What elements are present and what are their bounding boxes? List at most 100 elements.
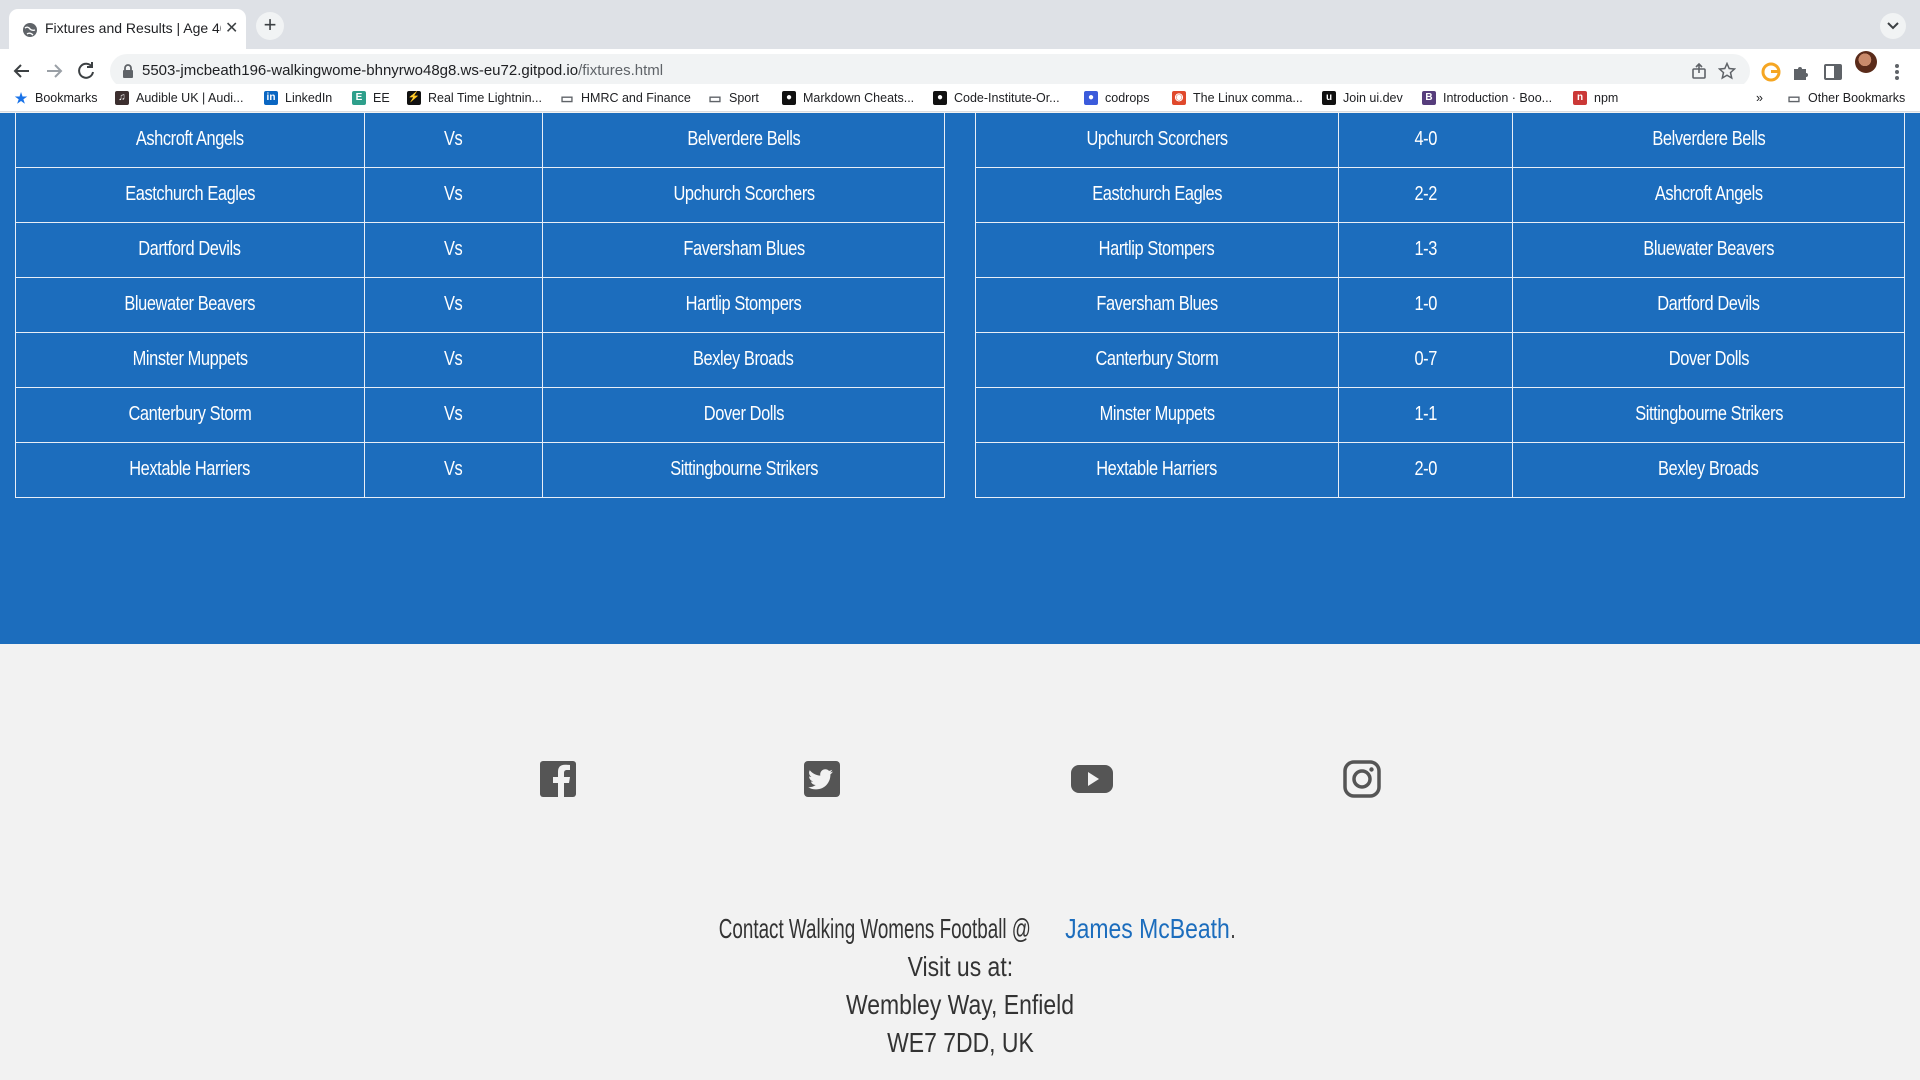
- bookmark-item[interactable]: ★ Bookmarks: [14, 89, 98, 107]
- score-cell: 1-1: [1337, 386, 1514, 443]
- folder-icon: ▭: [1787, 90, 1801, 106]
- audible-icon: ♫: [115, 91, 129, 105]
- contact-block: Contact Walking Womens Football @ James …: [0, 910, 1920, 1062]
- score-cell: 1-3: [1337, 221, 1514, 278]
- bookmark-label: npm: [1594, 91, 1619, 105]
- browser-tab[interactable]: Fixtures and Results | Age 40-49 ✕: [9, 9, 246, 49]
- home-team-cell: Minster Muppets: [15, 331, 365, 388]
- bookmark-label: Sport: [729, 91, 759, 105]
- forward-arrow-icon[interactable]: [42, 59, 66, 83]
- bookmark-item[interactable]: ▭ Sport: [708, 89, 759, 107]
- bookmark-label: Bookmarks: [35, 91, 98, 105]
- result-row: Faversham Blues 1-0 Dartford Devils: [975, 276, 1905, 333]
- away-team-cell: Bexley Broads: [1512, 441, 1905, 498]
- home-team-cell: Canterbury Storm: [975, 331, 1339, 388]
- bookmark-item[interactable]: E EE: [352, 89, 390, 107]
- url-text[interactable]: 5503-jmcbeath196-walkingwome-bhnyrwo48g8…: [142, 62, 663, 79]
- folder-icon: ▭: [708, 90, 722, 106]
- bookmark-item[interactable]: ▭ HMRC and Finance: [560, 89, 691, 107]
- result-row: Upchurch Scorchers 4-0 Belverdere Bells: [975, 113, 1905, 168]
- globe-icon: [23, 23, 37, 37]
- kebab-menu-icon[interactable]: [1886, 61, 1908, 83]
- linux-command-icon: ◉: [1172, 91, 1186, 105]
- versus-cell: Vs: [363, 331, 544, 388]
- contact-email-link[interactable]: James McBeath: [1065, 913, 1230, 944]
- home-team-cell: Ashcroft Angels: [15, 113, 365, 168]
- address-line-2: WE7 7DD, UK: [886, 1027, 1034, 1058]
- home-team-cell: Hextable Harriers: [15, 441, 365, 498]
- bookmark-item[interactable]: ⚡ Real Time Lightnin...: [407, 89, 542, 107]
- bookmark-label: Introduction · Boo...: [1443, 91, 1553, 105]
- bookmark-label: HMRC and Finance: [581, 91, 691, 105]
- away-team-cell: Sittingbourne Strikers: [1512, 386, 1905, 443]
- github-icon: ●: [933, 91, 947, 105]
- instagram-icon[interactable]: [1342, 759, 1382, 799]
- codrops-icon: ●: [1084, 91, 1098, 105]
- other-bookmarks-folder[interactable]: ▭ Other Bookmarks: [1787, 89, 1905, 107]
- away-team-cell: Dover Dolls: [542, 386, 945, 443]
- home-team-cell: Hextable Harriers: [975, 441, 1339, 498]
- address-bar[interactable]: 5503-jmcbeath196-walkingwome-bhnyrwo48g8…: [110, 54, 1750, 88]
- fixture-row: Ashcroft Angels Vs Belverdere Bells: [15, 113, 945, 168]
- result-row: Minster Muppets 1-1 Sittingbourne Strikers: [975, 386, 1905, 443]
- bookmark-item[interactable]: ● Markdown Cheats...: [782, 89, 914, 107]
- bookmark-item[interactable]: ● Code-Institute-Or...: [933, 89, 1060, 107]
- bookmark-label: Real Time Lightnin...: [428, 91, 542, 105]
- results-table: Upchurch Scorchers 4-0 Belverdere Bells Eas…: [975, 113, 1905, 498]
- lock-icon[interactable]: [121, 63, 135, 79]
- versus-cell: Vs: [363, 113, 544, 168]
- footer: Contact Walking Womens Football @ James …: [0, 644, 1920, 1080]
- address-line-1: Wembley Way, Enfield: [846, 989, 1074, 1020]
- score-cell: 0-7: [1337, 331, 1514, 388]
- score-cell: 4-0: [1337, 113, 1514, 168]
- visit-label: Visit us at:: [907, 951, 1013, 982]
- away-team-cell: Bluewater Beavers: [1512, 221, 1905, 278]
- versus-cell: Vs: [363, 386, 544, 443]
- bookmark-item[interactable]: ◉ The Linux comma...: [1172, 89, 1303, 107]
- bookmark-item[interactable]: ● codrops: [1084, 89, 1149, 107]
- away-team-cell: Hartlip Stompers: [542, 276, 945, 333]
- bookmarks-overflow-button[interactable]: »: [1756, 89, 1763, 107]
- facebook-icon[interactable]: [538, 759, 578, 799]
- extensions-puzzle-icon[interactable]: [1790, 61, 1812, 83]
- result-row: Eastchurch Eagles 2-2 Ashcroft Angels: [975, 166, 1905, 223]
- contact-prefix: Contact Walking Womens Football @: [718, 913, 1031, 944]
- bookmark-star-icon[interactable]: [1718, 62, 1736, 80]
- reload-icon[interactable]: [74, 59, 98, 83]
- close-tab-icon[interactable]: ✕: [225, 18, 238, 38]
- new-tab-button[interactable]: +: [256, 12, 284, 40]
- fixture-row: Canterbury Storm Vs Dover Dolls: [15, 386, 945, 443]
- back-arrow-icon[interactable]: [10, 59, 34, 83]
- tab-title: Fixtures and Results | Age 40-49: [45, 20, 221, 36]
- twitter-icon[interactable]: [802, 759, 842, 799]
- side-panel-icon[interactable]: [1822, 61, 1844, 83]
- chevron-down-icon: [1887, 22, 1899, 30]
- tab-search-button[interactable]: [1880, 13, 1906, 39]
- browser-tab-strip: Fixtures and Results | Age 40-49 ✕ +: [0, 0, 1920, 49]
- bookmark-item[interactable]: u Join ui.dev: [1322, 89, 1403, 107]
- versus-cell: Vs: [363, 166, 544, 223]
- fixture-row: Hextable Harriers Vs Sittingbourne Striker…: [15, 441, 945, 498]
- home-team-cell: Minster Muppets: [975, 386, 1339, 443]
- away-team-cell: Sittingbourne Strikers: [542, 441, 945, 498]
- star-icon: ★: [14, 90, 28, 106]
- fixture-row: Dartford Devils Vs Faversham Blues: [15, 221, 945, 278]
- extension-g-icon[interactable]: [1760, 61, 1782, 83]
- bookmark-label: LinkedIn: [285, 91, 333, 105]
- bookmark-item[interactable]: ♫ Audible UK | Audi...: [115, 89, 243, 107]
- result-row: Hextable Harriers 2-0 Bexley Broads: [975, 441, 1905, 498]
- other-bookmarks-label: Other Bookmarks: [1808, 91, 1906, 105]
- result-row: Canterbury Storm 0-7 Dover Dolls: [975, 331, 1905, 388]
- score-cell: 1-0: [1337, 276, 1514, 333]
- bookmark-label: Audible UK | Audi...: [136, 91, 244, 105]
- profile-avatar[interactable]: [1855, 51, 1877, 73]
- contact-suffix: .: [1229, 913, 1236, 944]
- bookmarks-bar: ★ Bookmarks ♫ Audible UK | Audi... in LinkedI…: [0, 84, 1920, 112]
- away-team-cell: Ashcroft Angels: [1512, 166, 1905, 223]
- bookmark-item[interactable]: n npm: [1573, 89, 1618, 107]
- bookmark-item[interactable]: in LinkedIn: [264, 89, 332, 107]
- share-icon[interactable]: [1690, 62, 1708, 80]
- youtube-icon[interactable]: [1070, 759, 1114, 799]
- bookmark-item[interactable]: B Introduction · Boo...: [1422, 89, 1552, 107]
- home-team-cell: Eastchurch Eagles: [15, 166, 365, 223]
